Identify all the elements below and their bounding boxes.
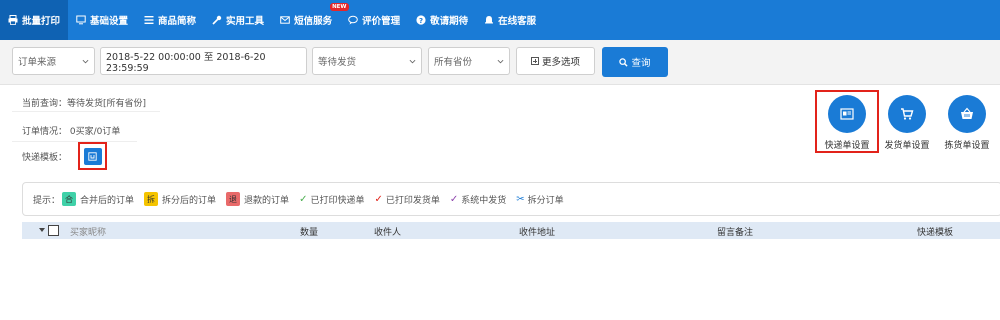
tip-label: 拆分后的订单: [162, 195, 217, 206]
chevron-down-icon: [409, 59, 416, 64]
nav-online-service[interactable]: 在线客服: [476, 0, 544, 40]
tip-split-orders: 拆 拆分后的订单: [144, 192, 216, 206]
tip-system-shipped: ✓ 系统中发货: [450, 193, 506, 206]
svg-text:?: ?: [419, 17, 423, 25]
template-icon: [88, 152, 97, 161]
query-button[interactable]: 查询: [602, 47, 668, 77]
cart-icon: [901, 108, 914, 120]
split-badge: 拆: [144, 192, 159, 206]
waybill-settings-button[interactable]: 快递单设置: [818, 95, 876, 151]
monitor-icon: [76, 15, 86, 25]
plus-square-icon: [530, 57, 539, 65]
chat-icon: [348, 15, 358, 25]
express-template-label: 快递模板：: [22, 153, 68, 163]
top-nav: 批量打印 基础设置 商品简称 实用工具 短信服务 NEW 评价管理 ? 敬请期待…: [0, 0, 1000, 40]
list-icon: [144, 16, 154, 24]
nav-batch-print[interactable]: 批量打印: [0, 0, 69, 40]
caret-down-icon[interactable]: [39, 228, 45, 232]
wrench-icon: [212, 15, 222, 25]
nav-label: 实用工具: [226, 16, 265, 27]
divider: [12, 111, 160, 112]
waybill-settings-label: 快递单设置: [824, 141, 870, 151]
tip-printed-invoice: ✓ 已打印发货单: [374, 193, 439, 206]
nav-review-management[interactable]: 评价管理: [340, 0, 408, 40]
nav-label: 在线客服: [498, 16, 537, 27]
check-icon: ✓: [299, 193, 308, 205]
order-source-value: 订单来源: [18, 57, 57, 68]
refund-badge: 退: [226, 192, 241, 206]
divider: [12, 141, 137, 142]
waybill-icon: [840, 108, 854, 120]
query-label: 查询: [631, 58, 651, 69]
order-table-header: 买家昵称 数量 收件人 收件地址 留言备注 快递模板: [22, 222, 1000, 239]
tip-label: 系统中发货: [461, 195, 507, 206]
express-template-button[interactable]: [84, 148, 102, 165]
tips-prefix: 提示：: [33, 195, 61, 206]
tip-label: 合并后的订单: [80, 195, 135, 206]
question-icon: ?: [416, 15, 426, 25]
status-value: 等待发货: [318, 57, 357, 68]
nav-product-abbr[interactable]: 商品简称: [136, 0, 204, 40]
tip-label: 拆分订单: [527, 195, 564, 206]
nav-label: 短信服务: [294, 16, 333, 27]
col-express-template[interactable]: 快递模板: [917, 225, 953, 238]
current-query-text: 当前查询：等待发货[所有省份]: [22, 99, 147, 109]
nav-basic-settings[interactable]: 基础设置: [68, 0, 136, 40]
tips-legend: 提示： 合 合并后的订单 拆 拆分后的订单 退 退款的订单 ✓ 已打印快递单 ✓…: [22, 182, 1000, 216]
tip-split-order: ✂ 拆分订单: [516, 193, 563, 206]
col-address[interactable]: 收件地址: [519, 225, 555, 238]
tip-refund-orders: 退 退款的订单: [226, 192, 289, 206]
more-options-label: 更多选项: [541, 57, 580, 68]
nav-label: 基础设置: [90, 16, 129, 27]
search-icon: [619, 57, 629, 67]
nav-label: 商品简称: [158, 16, 197, 27]
date-range-input[interactable]: 2018-5-22 00:00:00 至 2018-6-20 23:59:59: [100, 47, 307, 75]
check-icon: ✓: [449, 193, 459, 205]
picking-settings-label: 拣货单设置: [944, 141, 990, 151]
filter-bar: 订单来源 2018-5-22 00:00:00 至 2018-6-20 23:5…: [0, 40, 1000, 85]
chevron-down-icon: [497, 59, 504, 64]
province-select[interactable]: 所有省份: [428, 47, 510, 75]
scissors-icon: ✂: [516, 193, 525, 205]
tip-merged-orders: 合 合并后的订单: [62, 192, 134, 206]
nav-sms-service[interactable]: 短信服务 NEW: [272, 0, 349, 40]
col-buyer-nick[interactable]: 买家昵称: [70, 225, 106, 238]
tip-printed-waybill: ✓ 已打印快递单: [299, 193, 364, 206]
basket-icon: [961, 107, 973, 119]
bell-icon: [485, 16, 494, 24]
select-all-checkbox[interactable]: [48, 225, 59, 236]
check-icon: ✓: [374, 193, 383, 205]
printer-icon: [8, 15, 18, 25]
express-template-highlight: [78, 142, 107, 170]
nav-label: 批量打印: [22, 16, 61, 27]
mail-icon: [280, 16, 290, 24]
merged-badge: 合: [62, 192, 77, 206]
chevron-down-icon: [82, 59, 89, 64]
date-range-value: 2018-5-22 00:00:00 至 2018-6-20 23:59:59: [106, 51, 266, 74]
tip-label: 已打印快递单: [310, 195, 365, 206]
tip-label: 已打印发货单: [385, 195, 440, 206]
col-recipient[interactable]: 收件人: [374, 225, 401, 238]
tip-label: 退款的订单: [244, 195, 290, 206]
status-select[interactable]: 等待发货: [312, 47, 422, 75]
nav-label: 评价管理: [362, 16, 401, 27]
col-remarks[interactable]: 留言备注: [717, 225, 753, 238]
more-options-button[interactable]: 更多选项: [516, 47, 595, 75]
order-status-text: 订单情况： 0买家/0订单: [22, 127, 121, 137]
invoice-settings-label: 发货单设置: [884, 141, 930, 151]
picking-settings-button[interactable]: 拣货单设置: [938, 95, 996, 151]
nav-tools[interactable]: 实用工具: [204, 0, 272, 40]
province-value: 所有省份: [434, 57, 473, 68]
nav-coming-soon[interactable]: ? 敬请期待: [408, 0, 476, 40]
invoice-settings-button[interactable]: 发货单设置: [878, 95, 936, 151]
nav-label: 敬请期待: [430, 16, 469, 27]
order-source-select[interactable]: 订单来源: [12, 47, 95, 75]
col-quantity[interactable]: 数量: [300, 225, 318, 238]
